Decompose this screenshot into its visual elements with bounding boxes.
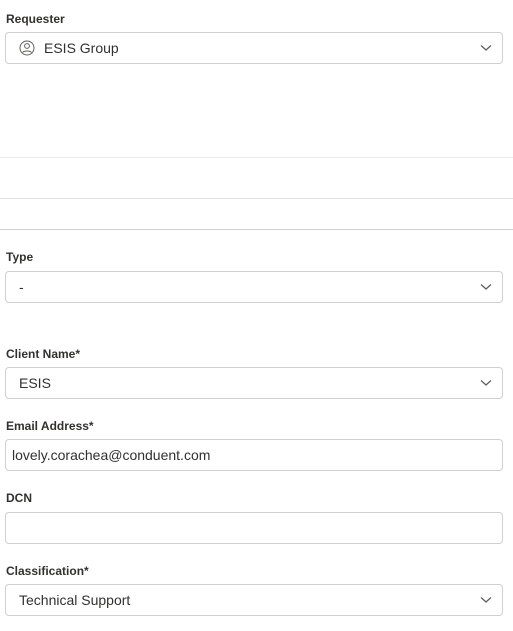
client-name-dropdown[interactable]: ESIS [5,367,503,399]
dcn-label: DCN [6,491,32,505]
requester-value: ESIS Group [44,40,119,56]
section-divider [0,229,513,230]
chevron-down-icon[interactable] [470,368,502,398]
email-label: Email Address* [6,419,94,433]
chevron-down-icon[interactable] [470,585,502,615]
type-value: - [19,279,24,295]
dcn-field[interactable] [6,520,502,536]
client-name-label: Client Name* [6,347,81,361]
type-label: Type [6,250,34,264]
dcn-field-container [5,512,503,544]
chevron-down-icon[interactable] [470,272,502,302]
email-field-container [5,439,503,471]
client-name-value: ESIS [19,375,51,391]
classification-label: Classification* [6,564,89,578]
email-field[interactable] [6,447,502,463]
chevron-down-icon[interactable] [470,33,502,63]
requester-label: Requester [6,12,65,26]
classification-value: Technical Support [19,592,131,608]
requester-dropdown[interactable]: ESIS Group [5,32,503,64]
type-dropdown[interactable]: - [5,271,503,303]
person-circle-icon [18,39,36,57]
section-divider [0,157,513,158]
classification-dropdown[interactable]: Technical Support [5,584,503,616]
section-divider [0,198,513,199]
